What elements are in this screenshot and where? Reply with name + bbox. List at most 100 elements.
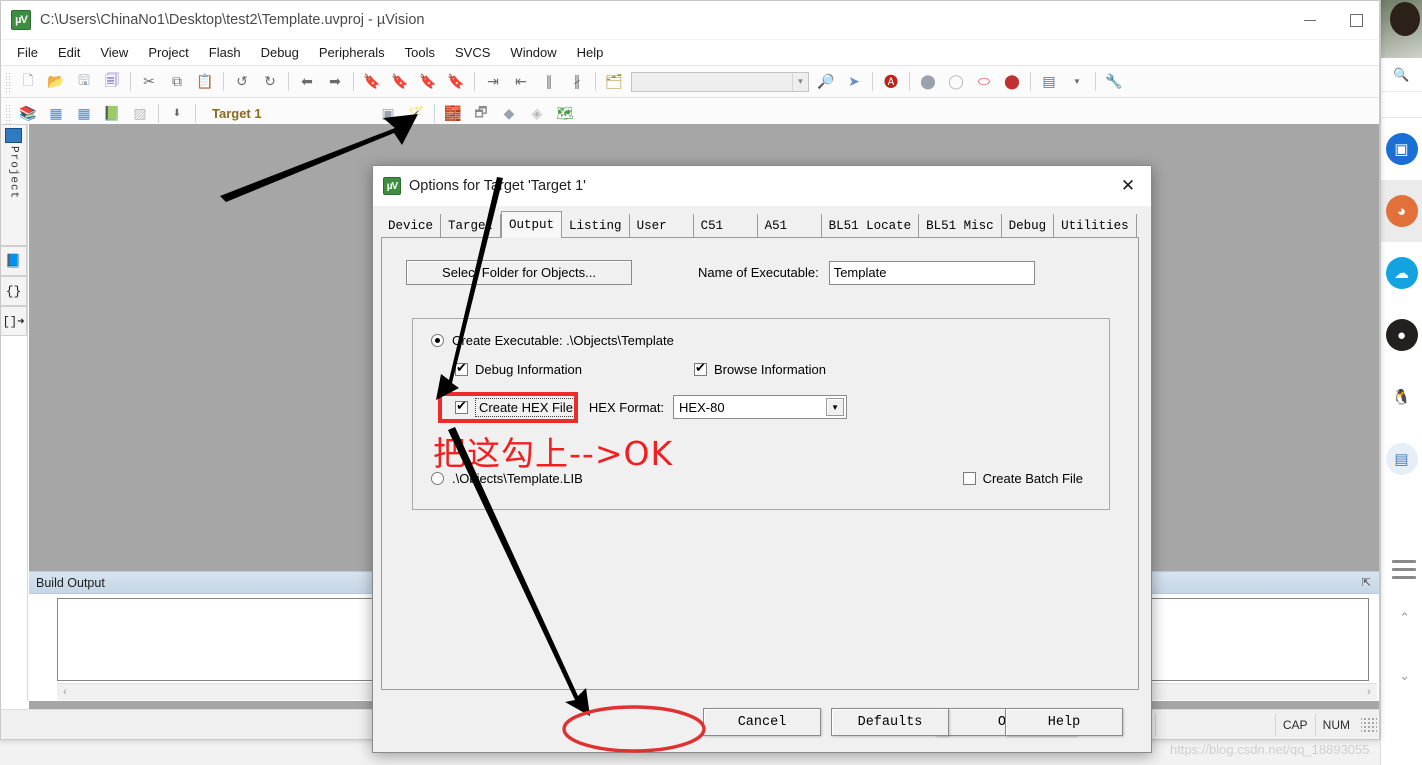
bookmark-prev-icon[interactable]: 🔖 <box>386 69 414 95</box>
cut-icon[interactable]: ✂ <box>135 69 163 95</box>
menu-flash[interactable]: Flash <box>199 42 251 63</box>
bookmark-next-icon[interactable]: 🔖 <box>414 69 442 95</box>
tab-bl51-locate[interactable]: BL51 Locate <box>821 214 920 237</box>
name-of-executable-field[interactable]: Template <box>828 260 1035 285</box>
save-all-icon[interactable]: 🗐 <box>98 69 126 95</box>
menu-peripherals[interactable]: Peripherals <box>309 42 395 63</box>
breakpoint-disable-icon[interactable]: ◯ <box>942 69 970 95</box>
chevron-down-icon[interactable]: ▼ <box>826 398 845 416</box>
close-icon[interactable]: ✕ <box>1105 166 1151 206</box>
copy-icon[interactable]: ⧉ <box>163 69 191 95</box>
hex-format-select[interactable]: HEX-80 ▼ <box>673 395 848 419</box>
find-icon[interactable]: 🔎 <box>812 69 840 95</box>
find-in-files-icon[interactable]: 🗂 <box>600 69 628 95</box>
scroll-left-arrow[interactable]: ‹ <box>57 686 73 698</box>
svcs-icon[interactable]: ◆ <box>495 101 523 127</box>
toolbar-grip[interactable] <box>5 71 11 92</box>
minimize-button[interactable] <box>1287 1 1333 40</box>
menu-debug[interactable]: Debug <box>251 42 309 63</box>
help-button[interactable]: Help <box>1005 708 1123 736</box>
breakpoint-disable-all-icon[interactable]: ⬤ <box>998 69 1026 95</box>
scroll-up-arrow[interactable]: ⌃ <box>1399 610 1410 626</box>
sidebar-item-project[interactable]: Project <box>1 124 27 246</box>
bookmark-clear-icon[interactable]: 🔖 <box>442 69 470 95</box>
menu-view[interactable]: View <box>90 42 138 63</box>
tab-listing[interactable]: Listing <box>562 214 630 237</box>
goto-icon[interactable]: ➤ <box>840 69 868 95</box>
toolbar-grip[interactable] <box>5 103 11 124</box>
redo-icon[interactable]: ↻ <box>256 69 284 95</box>
select-folder-for-objects-button[interactable]: Select Folder for Objects... <box>406 260 632 285</box>
scroll-down-arrow[interactable]: ⌄ <box>1399 668 1410 684</box>
create-batch-file-checkbox-row[interactable]: Create Batch File <box>962 471 1083 486</box>
maximize-button[interactable] <box>1333 1 1379 40</box>
menu-svcs[interactable]: SVCS <box>445 42 500 63</box>
svcs2-icon[interactable]: ◈ <box>523 101 551 127</box>
debug-information-checkbox[interactable] <box>455 360 468 378</box>
multi-project-icon[interactable]: 🗗 <box>467 101 495 127</box>
create-executable-radio[interactable] <box>431 334 444 347</box>
tab-output[interactable]: Output <box>501 211 563 238</box>
download-icon[interactable]: ⬇ <box>163 101 191 127</box>
sidebar-item-functions[interactable]: {} <box>1 276 27 306</box>
breakpoint-kill-icon[interactable]: ⬭ <box>970 69 998 95</box>
sidebar-item-templates[interactable]: []➜ <box>1 306 27 336</box>
outdent-icon[interactable]: ⇤ <box>507 69 535 95</box>
menu-help[interactable]: Help <box>567 42 614 63</box>
debug-information-checkbox-row[interactable]: Debug Information <box>455 360 582 378</box>
chevron-down-icon[interactable]: ▼ <box>792 72 808 91</box>
tab-a51[interactable]: A51 <box>757 214 822 237</box>
uncomment-icon[interactable]: ∦ <box>563 69 591 95</box>
browse-information-checkbox[interactable] <box>693 360 707 378</box>
tab-debug[interactable]: Debug <box>1001 214 1055 237</box>
save-icon[interactable]: 🖫 <box>70 69 98 95</box>
defaults-button[interactable]: Defaults <box>831 708 949 736</box>
manage-components-icon[interactable]: 🧱 <box>439 101 467 127</box>
open-folder-icon[interactable]: 📂 <box>42 69 70 95</box>
scroll-right-arrow[interactable]: › <box>1361 686 1377 698</box>
tab-c51[interactable]: C51 <box>693 214 758 237</box>
sidebar-search[interactable]: 🔍 <box>1381 58 1422 92</box>
browse-information-checkbox-row[interactable]: Browse Information <box>693 360 826 378</box>
magic-wand-icon[interactable]: 🪄 <box>402 101 430 127</box>
contact-item-4[interactable]: ● <box>1381 304 1422 366</box>
sidebar-item-books[interactable]: 📘 <box>1 246 27 276</box>
create-executable-row[interactable]: Create Executable: .\Objects\Template <box>431 333 1109 348</box>
indent-icon[interactable]: ⇥ <box>479 69 507 95</box>
tab-user[interactable]: User <box>629 214 694 237</box>
menu-window[interactable]: Window <box>500 42 566 63</box>
hamburger-menu-icon[interactable] <box>1392 560 1416 584</box>
contact-item-6[interactable]: ▤ <box>1381 428 1422 490</box>
menu-tools[interactable]: Tools <box>395 42 445 63</box>
stop-build-icon[interactable]: ▨ <box>126 101 154 127</box>
menu-file[interactable]: File <box>7 42 48 63</box>
tab-target[interactable]: Target <box>441 214 502 237</box>
comment-icon[interactable]: ∥ <box>535 69 563 95</box>
batch-build-icon[interactable]: 📗 <box>98 101 126 127</box>
back-icon[interactable]: ⬅ <box>293 69 321 95</box>
paste-icon[interactable]: 📋 <box>191 69 219 95</box>
tab-device[interactable]: Device <box>381 214 442 237</box>
new-file-icon[interactable]: 🗋 <box>14 69 42 95</box>
cancel-button[interactable]: Cancel <box>703 708 821 736</box>
contact-item-1[interactable]: ▣ <box>1381 118 1422 180</box>
window-layout-icon[interactable]: ▤ <box>1035 69 1063 95</box>
chevron-down-icon[interactable]: ▼ <box>1063 69 1091 95</box>
undo-icon[interactable]: ↺ <box>228 69 256 95</box>
menu-edit[interactable]: Edit <box>48 42 90 63</box>
build-icon[interactable]: 📚 <box>14 101 42 127</box>
contact-item-5[interactable]: 🐧 <box>1381 366 1422 428</box>
rebuild-icon[interactable]: ▦ <box>70 101 98 127</box>
target-selector[interactable]: Target 1 <box>212 106 262 121</box>
contact-item-3[interactable]: ☁ <box>1381 242 1422 304</box>
resize-grip-icon[interactable] <box>1361 716 1377 733</box>
create-batch-file-checkbox[interactable] <box>962 472 976 485</box>
contact-item-2[interactable]: ◕ <box>1381 180 1422 242</box>
forward-icon[interactable]: ➡ <box>321 69 349 95</box>
start-debug-icon[interactable]: 🅐 <box>877 69 905 95</box>
breakpoint-icon[interactable]: ⬤ <box>914 69 942 95</box>
bookmark-icon[interactable]: 🔖 <box>358 69 386 95</box>
tab-bl51-misc[interactable]: BL51 Misc <box>919 214 1002 237</box>
menu-project[interactable]: Project <box>138 42 198 63</box>
translate-icon[interactable]: ▦ <box>42 101 70 127</box>
